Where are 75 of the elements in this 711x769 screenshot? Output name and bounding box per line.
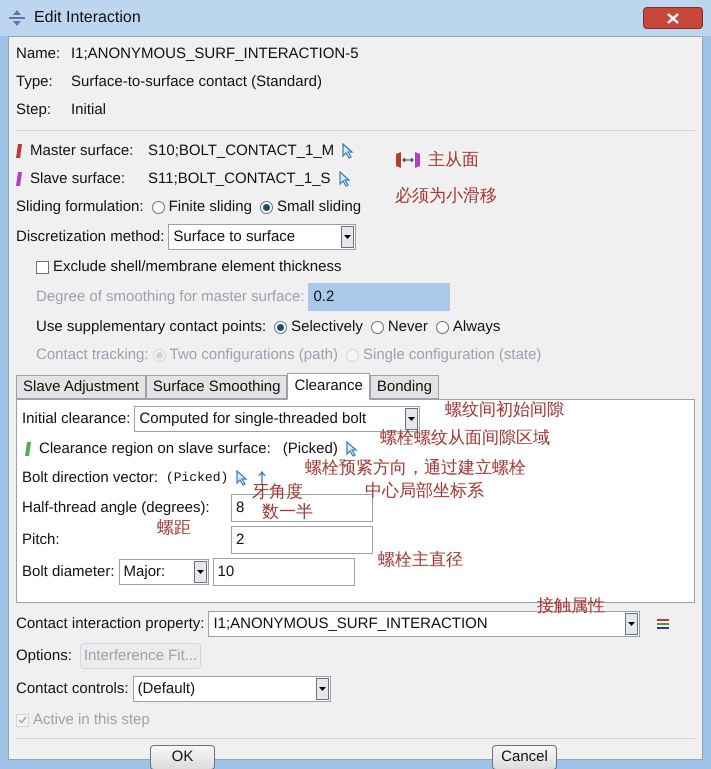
field-label: Contact interaction property: (16, 614, 204, 634)
field-label: Exclude shell/membrane element thickness (53, 256, 342, 277)
field-label: Use supplementary contact points: (36, 316, 266, 337)
dropdown-arrow-icon (628, 622, 636, 626)
dropdown-arrow-icon (318, 687, 326, 691)
field-label: Degree of smoothing for master surface: (36, 286, 304, 307)
radio-label: Two configurations (path) (170, 344, 338, 365)
field-label: Contact controls: (16, 678, 129, 699)
axis-icon[interactable] (256, 471, 268, 485)
discretization-dropdown[interactable]: Surface to surface (168, 224, 356, 250)
cursor-icon[interactable] (236, 470, 248, 486)
radio-label: Finite sliding (168, 196, 252, 217)
tab[interactable]: Slave Adjustment (16, 375, 146, 399)
annotation-text: 必须为小滑移 (395, 186, 497, 206)
field-label: Slave surface: (30, 168, 126, 189)
field-label: Options: (16, 646, 72, 666)
field-label: Type: (16, 72, 54, 92)
checkbox[interactable] (36, 260, 49, 274)
tab[interactable]: Bonding (370, 375, 439, 399)
annotation-text: 主从面 (428, 150, 479, 170)
radio-label: Never (388, 316, 428, 337)
close-button[interactable] (643, 7, 703, 29)
cursor-icon[interactable] (342, 143, 354, 159)
dropdown-arrow-icon (408, 417, 416, 421)
radio-label: Selectively (291, 316, 363, 337)
tab[interactable]: Clearance (287, 373, 370, 400)
radio-button[interactable] (260, 200, 273, 214)
controls-dropdown[interactable]: (Default) (132, 676, 331, 702)
annotation-text: 螺纹间初始间隙 (445, 400, 564, 420)
close-icon (667, 12, 679, 24)
info-value: I1;ANONYMOUS_SURF_INTERACTION-5 (71, 44, 359, 64)
radio-label: Always (452, 316, 500, 337)
field-label: Pitch: (22, 530, 60, 550)
field-label: Initial clearance: (22, 408, 130, 429)
dialog-button[interactable]: OK (150, 745, 215, 769)
region-value: (Picked) (282, 438, 338, 459)
field-label: Active in this step (33, 710, 150, 730)
annotation-text: 螺距 (157, 518, 191, 538)
diameter-type-dropdown[interactable]: Major: (118, 559, 209, 585)
field-label: Bolt direction vector: (22, 468, 158, 488)
field-label: Name: (16, 44, 62, 64)
radio-label: Small sliding (276, 196, 362, 217)
radio-button[interactable] (370, 320, 384, 334)
diameter-field[interactable]: 10 (212, 558, 355, 586)
annotation-text: 螺栓预紧方向，通过建立螺栓 (305, 458, 526, 478)
annotation-text: 螺栓主直径 (378, 550, 463, 570)
surface-value: S10;BOLT_CONTACT_1_M (148, 140, 334, 161)
tab[interactable]: Surface Smoothing (146, 375, 288, 399)
info-value: Surface-to-surface contact (Standard) (71, 72, 322, 92)
cursor-icon[interactable] (346, 441, 358, 457)
radio-button[interactable] (436, 320, 449, 334)
cursor-icon[interactable] (338, 171, 351, 187)
double-arrow-icon (396, 152, 420, 168)
dropdown-arrow-icon (344, 235, 352, 239)
annotation-text: 数一半 (262, 502, 313, 522)
field-label: Master surface: (30, 140, 134, 161)
radio-button[interactable] (152, 200, 165, 214)
direction-value: (Picked) (166, 469, 228, 488)
surface-value: S11;BOLT_CONTACT_1_S (148, 168, 331, 189)
radio-button[interactable] (274, 320, 288, 334)
field-label: Sliding formulation: (16, 196, 144, 217)
field-label: Half-thread angle (degrees): (22, 498, 210, 518)
app-icon (8, 9, 26, 27)
pitch-field[interactable]: 2 (231, 526, 373, 554)
surface-icon (25, 442, 31, 456)
field-label: Contact tracking: (36, 344, 149, 365)
dropdown-arrow-icon (196, 570, 204, 574)
field-label: Bolt diameter: (22, 562, 115, 582)
field-label: Clearance region on slave surface: (39, 438, 271, 459)
field-label: Step: (16, 100, 52, 120)
radio-label: Single configuration (state) (362, 344, 542, 365)
field-label: Discretization method: (16, 226, 164, 247)
info-value: Initial (71, 100, 106, 120)
window-title: Edit Interaction (34, 8, 141, 28)
dialog-button[interactable]: Cancel (492, 745, 557, 769)
